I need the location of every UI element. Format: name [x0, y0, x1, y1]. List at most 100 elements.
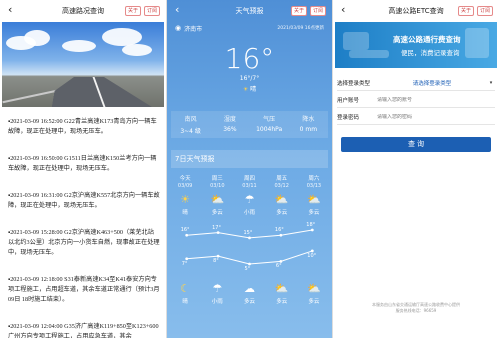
account-input[interactable]: [377, 97, 495, 103]
temperature-trend-chart: 16° 17° 15° 16° 18° 7° 8° 5° 6° 10°: [171, 222, 328, 272]
forecast-night: ☾ 晴: [169, 282, 201, 305]
low-temp-label: 10°: [307, 252, 317, 259]
rain-icon: ☂: [212, 282, 223, 295]
low-temp-line-point: [185, 257, 189, 261]
subscribe-button[interactable]: 订阅: [309, 6, 326, 16]
high-temp-label: 16°: [180, 227, 190, 234]
partly-cloudy-icon: ⛅: [274, 282, 289, 295]
top-actions: 关于 订阅: [290, 6, 326, 16]
current-temperature: 16°: [224, 42, 275, 75]
partly-cloudy-icon: ⛅: [307, 282, 321, 295]
high-temp-line-point: [216, 231, 220, 235]
high-temp-label: 16°: [274, 227, 284, 234]
news-item[interactable]: ▪2021-03-09 16:31:00 G2京沪高速K557北京方向一辆车故障…: [8, 191, 160, 211]
back-icon[interactable]: ‹: [175, 4, 179, 16]
password-row: 登录密码: [337, 110, 495, 125]
stat-precipitation: 降水 0 mm: [299, 116, 318, 133]
etc-login-form: 选择登录类型 请选择登录类型 ▾ 用户账号 登录密码 查 询: [333, 68, 499, 152]
stat-pressure: 气压 1004hPa: [256, 116, 283, 133]
rain-icon: ☂: [244, 193, 255, 206]
subscribe-button[interactable]: 订阅: [476, 6, 493, 16]
low-temp-label: 5°: [244, 266, 251, 272]
low-temp-label: 7°: [181, 260, 188, 267]
forecast-night: ☁ 多云: [233, 282, 265, 305]
top-actions: 关于 订阅: [457, 6, 493, 16]
forecast-nights: ☾ 晴 ☂ 小雨 ☁ 多云 ⛅ 多云 ⛅ 多云: [169, 282, 330, 305]
page-title: 天气预报: [235, 7, 264, 15]
low-temp-label: 8°: [213, 258, 219, 265]
news-list: ▪2021-03-09 16:52:00 G22青兰高速K173青岛方向一辆车故…: [0, 107, 166, 338]
etc-query-screen: ‹ 高速公路ETC查询 关于 订阅 高速公路通行费查询 便民，消费记录查询 选择…: [333, 0, 499, 338]
partly-cloudy-icon: ⛅: [274, 193, 289, 206]
low-temp-line-point: [216, 254, 220, 258]
forecast-day[interactable]: 周三 03/10 ⛅ 多云: [201, 174, 233, 216]
forecast-night: ⛅ 多云: [266, 282, 298, 305]
top-bar: ‹ 高速公路ETC查询 关于 订阅: [333, 0, 499, 22]
screens-collage: ‹ 高速路况查询 关于 订阅 ▪2021-03-09 16:52:00 G22青…: [0, 0, 499, 338]
banner-title: 高速公路通行费查询: [393, 35, 461, 44]
road-conditions-screen: ‹ 高速路况查询 关于 订阅 ▪2021-03-09 16:52:00 G22青…: [0, 0, 166, 338]
top-bar: ‹ 天气预报 关于 订阅: [167, 0, 332, 22]
news-item[interactable]: ▪2021-03-09 12:04:00 G35济广高速K119+850至K12…: [8, 322, 160, 338]
top-bar: ‹ 高速路况查询 关于 订阅: [0, 0, 166, 22]
forecast-day[interactable]: 周五 03/12 ⛅ 多云: [266, 174, 298, 216]
current-condition: ☀ 晴: [242, 86, 257, 93]
top-actions: 关于 订阅: [124, 6, 160, 16]
follow-button[interactable]: 关于: [457, 6, 474, 16]
high-temp-line-point: [185, 233, 189, 237]
forecast-day[interactable]: 今天 03/09 ☀ 晴: [169, 174, 201, 216]
moon-icon: ☾: [180, 282, 191, 295]
low-temp-label: 6°: [275, 263, 282, 270]
news-item[interactable]: ▪2021-03-09 12:18:00 S31泰新高速K34至K41泰安方向专…: [8, 275, 160, 305]
cloud-icon: ☁: [244, 282, 255, 295]
weather-screen: ‹ 天气预报 关于 订阅 ◉ 济南市 2021/03/09 16点更新 16° …: [167, 0, 332, 338]
stat-wind: 南风 3~4 级: [180, 116, 201, 135]
news-item[interactable]: ▪2021-03-09 15:28:00 G2京沪高速K463+500（莱芜北站…: [8, 228, 160, 258]
news-item[interactable]: ▪2021-03-09 16:50:00 G1511日兰高速K150兰考方向一辆…: [8, 154, 160, 174]
page-title: 高速公路ETC查询: [388, 7, 444, 15]
high-temp-label: 17°: [212, 224, 221, 231]
low-temp-line-point: [248, 262, 251, 266]
account-row: 用户账号: [337, 93, 495, 108]
sun-icon: ☀: [242, 86, 249, 93]
chevron-down-icon[interactable]: ▾: [487, 80, 495, 86]
weather-stats: 南风 3~4 级 湿度 36% 气压 1004hPa 降水 0 mm: [171, 111, 328, 138]
update-time: 2021/03/09 16点更新: [277, 26, 324, 31]
login-type-select[interactable]: 请选择登录类型: [377, 79, 487, 87]
high-temp-line-point: [279, 233, 283, 237]
page-title: 高速路况查询: [62, 7, 104, 15]
follow-button[interactable]: 关于: [290, 6, 307, 16]
back-icon[interactable]: ‹: [341, 4, 345, 16]
forecast-days: 今天 03/09 ☀ 晴 周三 03/10 ⛅ 多云 周四 03/11 ☂ 小雨…: [169, 174, 330, 216]
forecast-night: ⛅ 多云: [298, 282, 330, 305]
partly-cloudy-icon: ⛅: [210, 193, 225, 206]
password-input[interactable]: [377, 114, 495, 120]
high-temp-label: 18°: [306, 222, 316, 228]
news-item[interactable]: ▪2021-03-09 16:52:00 G22青兰高速K173青岛方向一辆车故…: [8, 117, 160, 137]
city-name[interactable]: 济南市: [184, 24, 202, 33]
low-temp-line-point: [310, 249, 314, 253]
login-type-row[interactable]: 选择登录类型 请选择登录类型 ▾: [337, 76, 495, 91]
high-temp-label: 15°: [243, 229, 253, 236]
query-button[interactable]: 查 询: [341, 137, 491, 152]
follow-button[interactable]: 关于: [124, 6, 141, 16]
etc-banner: 高速公路通行费查询 便民，消费记录查询: [335, 22, 497, 68]
partly-cloudy-icon: ⛅: [307, 193, 321, 206]
forecast-title: 7日天气预报: [171, 150, 328, 168]
low-temp-line: [186, 250, 313, 265]
highway-photo: [2, 22, 164, 107]
sun-icon: ☀: [180, 193, 191, 206]
low-temp-line-point: [279, 259, 283, 263]
stat-humidity: 湿度 36%: [223, 116, 237, 133]
forecast-day[interactable]: 周六 03/13 ⛅ 多云: [298, 174, 330, 216]
location-pin-icon[interactable]: ◉: [175, 24, 181, 32]
back-icon[interactable]: ‹: [8, 4, 12, 16]
forecast-night: ☂ 小雨: [201, 282, 233, 305]
service-footer: 本服务由山东省交通运输厅高速公路收费中心提供 服务热线电话：96659: [372, 302, 460, 313]
forecast-day[interactable]: 周四 03/11 ☂ 小雨: [233, 174, 265, 216]
high-temp-line-point: [310, 228, 314, 232]
high-temp-line-point: [248, 236, 251, 240]
banner-subtitle: 便民，消费记录查询: [401, 49, 460, 57]
city-row: ◉ 济南市 2021/03/09 16点更新: [167, 22, 332, 34]
subscribe-button[interactable]: 订阅: [143, 6, 160, 16]
